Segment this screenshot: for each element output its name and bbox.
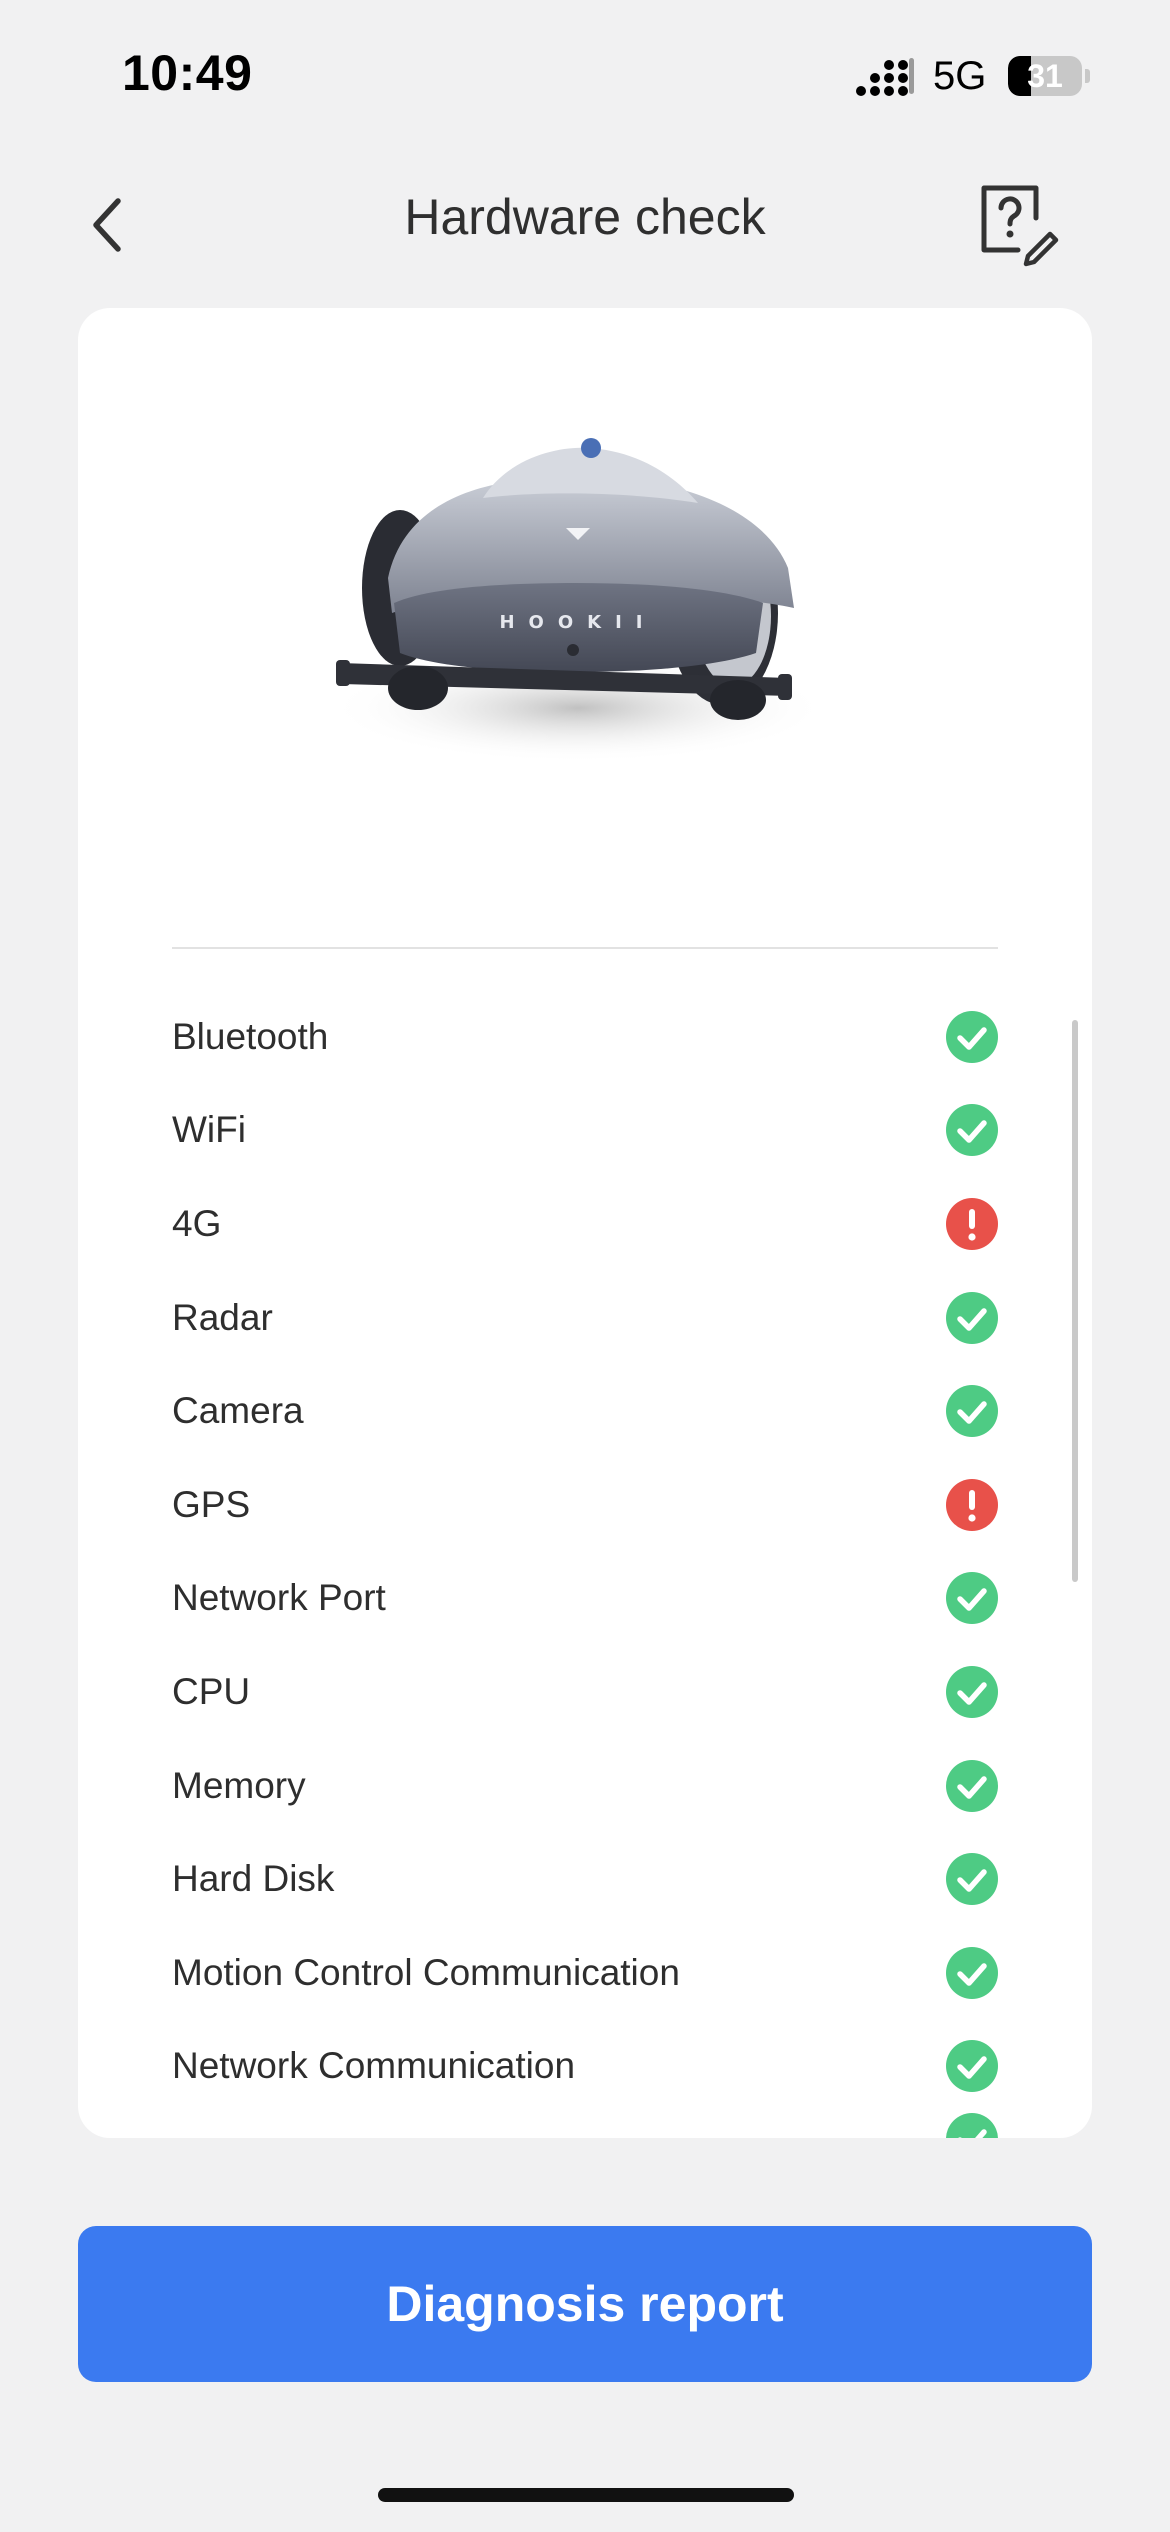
robot-mower-image: HOOKII — [328, 438, 828, 763]
check-row: 4G — [172, 1177, 998, 1271]
status-time: 10:49 — [122, 45, 253, 101]
cellular-signal-icon — [856, 58, 914, 96]
battery-indicator: 31 — [1008, 56, 1090, 96]
check-label: Network Communication — [172, 2045, 576, 2087]
check-label: Hard Disk — [172, 1858, 335, 1900]
check-row: Radar — [172, 1271, 998, 1365]
hardware-check-list: Bluetooth WiFi 4G Radar Camera GPS Network Por… — [172, 990, 998, 2138]
check-label: Memory — [172, 1764, 306, 1806]
check-row: WiFi — [172, 1084, 998, 1178]
check-label: WiFi — [172, 1109, 246, 1151]
section-divider — [172, 947, 998, 949]
check-success-icon — [946, 1385, 998, 1438]
diagnosis-report-button[interactable]: Diagnosis report — [78, 2226, 1092, 2382]
check-success-icon — [946, 1010, 998, 1063]
check-label: CPU — [172, 1670, 251, 1712]
status-bar: 10:49 5G 31 — [0, 0, 1170, 150]
check-row: Motion Control Communication — [172, 1926, 998, 2020]
check-row: CPU — [172, 1645, 998, 1739]
home-indicator[interactable] — [378, 2488, 794, 2502]
check-row: Hard Disk — [172, 1832, 998, 1926]
check-row: Memory — [172, 1739, 998, 1833]
hardware-check-screen: 10:49 5G 31 Hardware check HOOKII Blueto… — [0, 0, 1170, 2532]
check-row-partial — [172, 2113, 998, 2138]
check-label: Camera — [172, 1390, 304, 1432]
check-label: Network Port — [172, 1577, 386, 1619]
check-success-icon — [946, 1572, 998, 1625]
check-success-icon — [946, 1946, 998, 1999]
check-label: GPS — [172, 1483, 251, 1525]
brand-logo-text: HOOKII — [499, 612, 656, 633]
check-row: GPS — [172, 1458, 998, 1552]
check-row: Network Port — [172, 1552, 998, 1646]
network-type: 5G — [933, 54, 987, 98]
check-success-icon — [946, 2040, 998, 2093]
check-success-icon — [946, 1104, 998, 1157]
check-label: 4G — [172, 1202, 222, 1244]
check-success-icon — [946, 1853, 998, 1906]
check-success-icon — [946, 1291, 998, 1344]
check-label: Radar — [172, 1296, 273, 1338]
check-row: Camera — [172, 1364, 998, 1458]
check-success-icon — [946, 1759, 998, 1812]
hardware-check-card: HOOKII Bluetooth WiFi 4G Radar Camera GPS Netw… — [78, 308, 1092, 2138]
check-label: Bluetooth — [172, 1015, 329, 1057]
check-label: Motion Control Communication — [172, 1951, 680, 1993]
check-success-icon — [946, 2113, 998, 2138]
help-feedback-button[interactable] — [970, 178, 1060, 268]
check-row: Bluetooth — [172, 990, 998, 1084]
check-success-icon — [946, 1665, 998, 1718]
check-error-icon — [946, 1478, 998, 1531]
scrollbar[interactable] — [1072, 1020, 1078, 1582]
help-feedback-icon — [981, 185, 1059, 267]
check-error-icon — [946, 1197, 998, 1250]
battery-percent: 31 — [1027, 58, 1063, 94]
check-row: Network Communication — [172, 2020, 998, 2114]
